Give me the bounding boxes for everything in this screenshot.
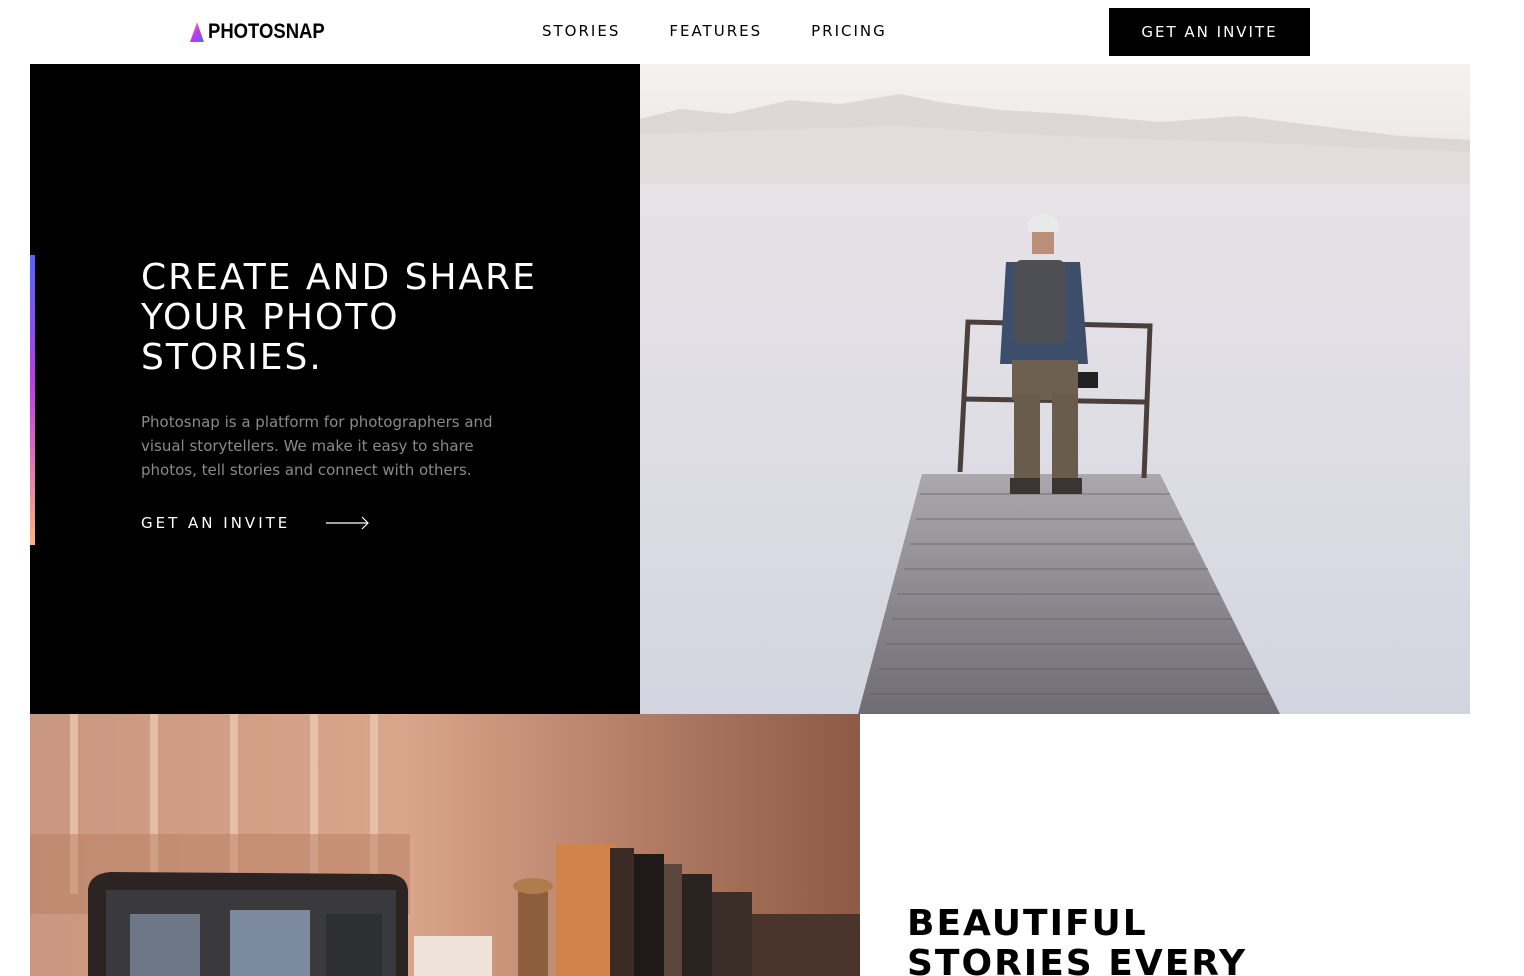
photosnap-logo[interactable]: PHOTOSNAP [190,20,341,44]
arrow-right-icon [326,516,370,530]
logo-text: PHOTOSNAP [208,20,325,43]
site-header: PHOTOSNAP STORIES FEATURES PRICING GET A… [0,0,1524,64]
pier-scene-image [640,64,1470,714]
hero-accent-bar [30,255,35,545]
hero-title: CREATE AND SHARE YOUR PHOTO STORIES. [141,257,537,378]
hero-get-invite-link[interactable]: GET AN INVITE [141,514,370,532]
hero-description: Photosnap is a platform for photographer… [141,413,493,479]
nav-link-features[interactable]: FEATURES [669,22,762,40]
hero-panel [30,64,640,714]
main-nav: STORIES FEATURES PRICING [542,22,887,40]
logo-triangle-icon [190,22,204,42]
hero-photo [640,64,1470,714]
desk-photo [30,714,860,976]
get-invite-button[interactable]: GET AN INVITE [1109,8,1310,56]
stories-section-title: BEAUTIFUL STORIES EVERY TIME [907,903,1248,976]
nav-link-pricing[interactable]: PRICING [811,22,887,40]
hero-cta-label: GET AN INVITE [141,514,291,532]
nav-link-stories[interactable]: STORIES [542,22,620,40]
laptop-desk-image [30,714,860,976]
